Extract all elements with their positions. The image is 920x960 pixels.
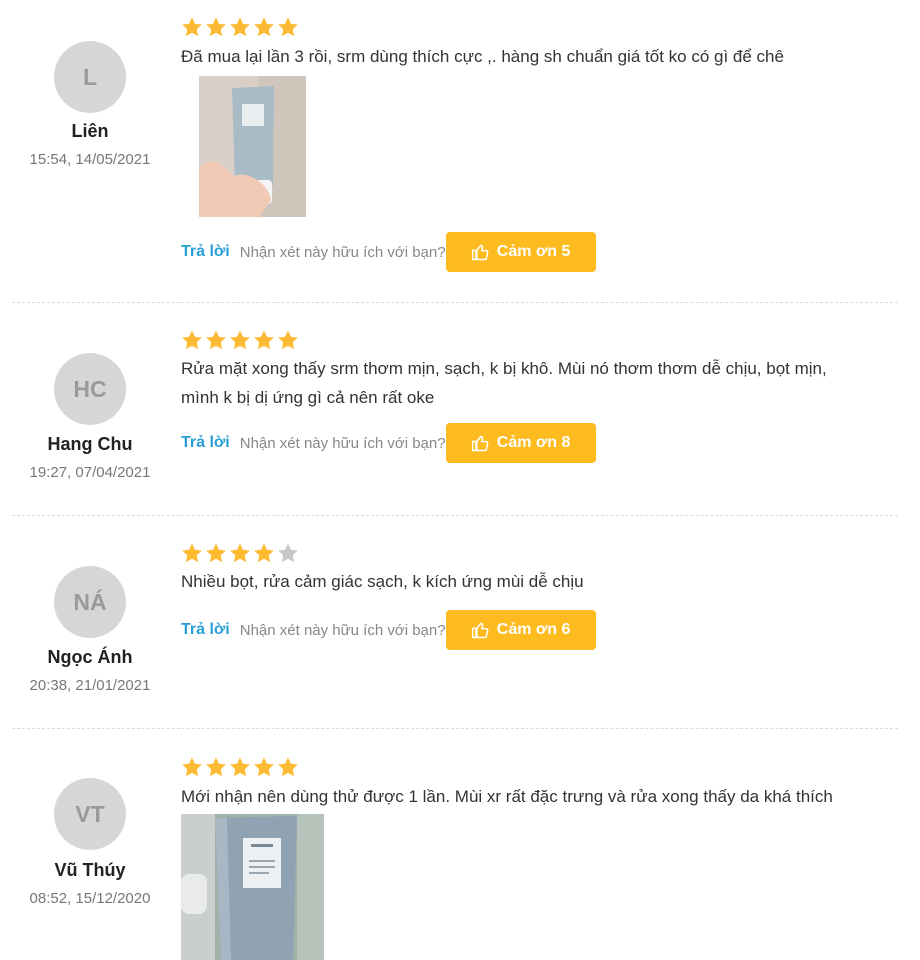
thanks-button[interactable]: Cảm ơn 8 xyxy=(445,423,596,463)
helpful-question: Nhận xét này hữu ích với bạn? xyxy=(239,621,446,639)
star-rating xyxy=(181,329,299,351)
review-time: 15:54, 14/05/2021 xyxy=(29,151,151,168)
review-photo[interactable] xyxy=(181,814,324,960)
star-icon xyxy=(206,17,226,37)
avatar: HC xyxy=(54,353,126,425)
review-text: Rửa mặt xong thấy srm thơm mịn, sạch, k … xyxy=(181,354,906,412)
star-rating xyxy=(181,542,299,564)
star-icon xyxy=(278,17,298,37)
star-icon xyxy=(254,543,274,563)
star-icon xyxy=(206,757,226,777)
review-text: Nhiều bọt, rửa cảm giác sạch, k kích ứng… xyxy=(181,572,584,591)
thanks-button[interactable]: Cảm ơn 6 xyxy=(445,610,596,650)
thumbs-up-icon xyxy=(471,244,489,261)
reply-link[interactable]: Trả lời xyxy=(181,621,230,639)
thanks-button[interactable]: Cảm ơn 5 xyxy=(445,232,596,272)
review-actions: Trả lời Nhận xét này hữu ích với bạn? Cả… xyxy=(181,232,596,272)
star-icon xyxy=(278,757,298,777)
star-icon xyxy=(254,757,274,777)
review-text-line: Rửa mặt xong thấy srm thơm mịn, sạch, k … xyxy=(181,359,827,378)
reply-link[interactable]: Trả lời xyxy=(181,434,230,452)
star-icon xyxy=(206,330,226,350)
avatar: L xyxy=(54,41,126,113)
thumbs-up-icon xyxy=(471,622,489,639)
star-icon xyxy=(230,330,250,350)
star-icon xyxy=(182,17,202,37)
thanks-label: Cảm ơn 8 xyxy=(496,434,571,451)
star-icon xyxy=(230,757,250,777)
review-divider xyxy=(12,302,898,303)
star-icon xyxy=(230,17,250,37)
star-icon xyxy=(230,543,250,563)
review-text: Đã mua lại lần 3 rồi, srm dùng thích cực… xyxy=(181,47,784,66)
review-time: 08:52, 15/12/2020 xyxy=(29,890,151,907)
review-photo[interactable] xyxy=(199,76,306,217)
star-icon xyxy=(182,330,202,350)
review-divider xyxy=(12,728,898,729)
star-rating xyxy=(181,756,299,778)
reviewer-name: Hang Chu xyxy=(47,434,133,454)
thanks-label: Cảm ơn 6 xyxy=(496,621,571,638)
reviewer-name: Vũ Thúy xyxy=(54,860,126,880)
star-icon xyxy=(182,757,202,777)
star-icon xyxy=(182,543,202,563)
thanks-label: Cảm ơn 5 xyxy=(496,243,571,260)
review-actions: Trả lời Nhận xét này hữu ích với bạn? Cả… xyxy=(181,423,596,463)
review-divider xyxy=(12,515,898,516)
review-text-line: mình k bị dị ứng gì cả nên rất oke xyxy=(181,388,435,407)
product-photo-image xyxy=(199,76,306,217)
reviewer-name: Ngọc Ánh xyxy=(47,647,133,667)
star-icon xyxy=(254,17,274,37)
star-icon xyxy=(278,543,298,563)
star-icon xyxy=(206,543,226,563)
star-rating xyxy=(181,16,299,38)
review-text: Mới nhận nên dùng thử được 1 lần. Mùi xr… xyxy=(181,787,833,806)
review-time: 19:27, 07/04/2021 xyxy=(29,464,151,481)
avatar: NÁ xyxy=(54,566,126,638)
thumbs-up-icon xyxy=(471,435,489,452)
review-actions: Trả lời Nhận xét này hữu ích với bạn? Cả… xyxy=(181,610,596,650)
star-icon xyxy=(254,330,274,350)
helpful-question: Nhận xét này hữu ích với bạn? xyxy=(239,243,446,261)
avatar: VT xyxy=(54,778,126,850)
star-icon xyxy=(278,330,298,350)
review-time: 20:38, 21/01/2021 xyxy=(29,677,151,694)
helpful-question: Nhận xét này hữu ích với bạn? xyxy=(239,434,446,452)
reviewer-name: Liên xyxy=(71,121,109,141)
reply-link[interactable]: Trả lời xyxy=(181,243,230,261)
product-photo-image xyxy=(181,814,324,960)
